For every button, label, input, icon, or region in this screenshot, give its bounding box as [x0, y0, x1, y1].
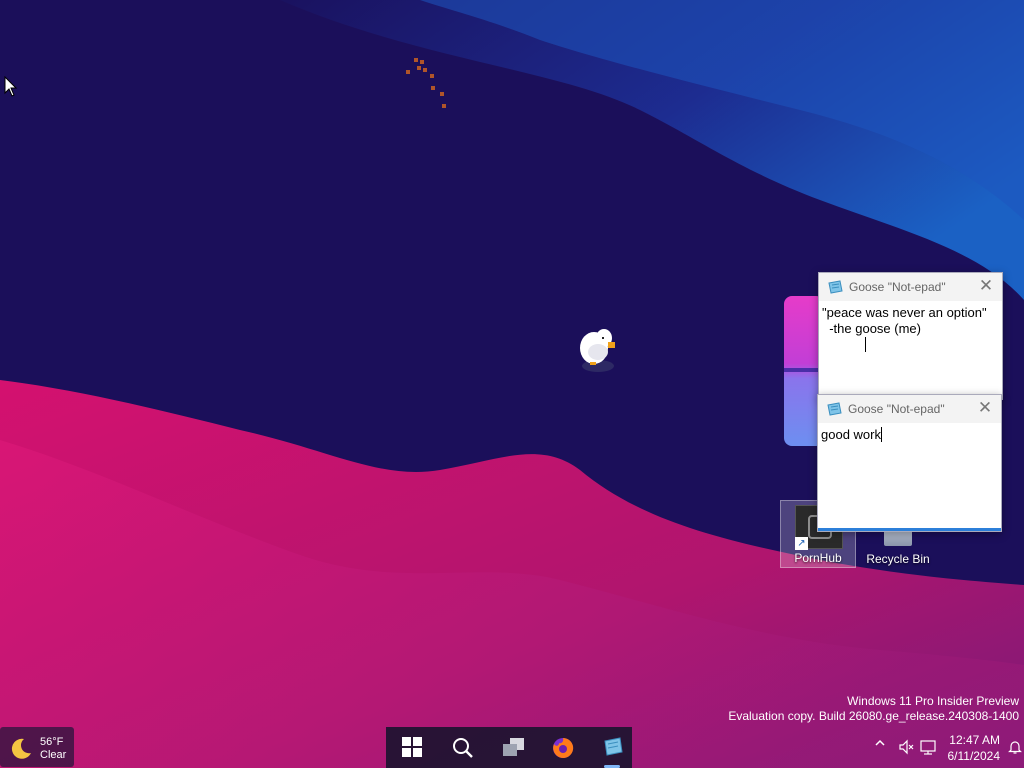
- search-button[interactable]: [442, 727, 482, 768]
- shortcut-arrow-icon: ↗: [795, 537, 808, 550]
- start-icon: [402, 737, 422, 757]
- window-title: Goose "Not-epad": [849, 280, 946, 294]
- notepad-window[interactable]: Goose "Not-epad" ✕ good work: [817, 394, 1002, 532]
- desktop-icon-label: PornHub: [794, 551, 842, 565]
- clock-date: 6/11/2024: [947, 749, 1001, 763]
- notepad-taskbar-button[interactable]: [592, 727, 632, 768]
- close-button[interactable]: ✕: [975, 398, 995, 418]
- audio-muted-icon[interactable]: [898, 739, 914, 760]
- goose-footprints: [400, 56, 450, 116]
- window-title: Goose "Not-epad": [848, 402, 945, 416]
- notepad-icon: [828, 280, 843, 294]
- desktop[interactable]: ↗ PornHub Recycle Bin Goose "Not-epad" ✕…: [0, 0, 1024, 768]
- start-button[interactable]: [392, 727, 432, 768]
- mouse-pointer-icon: [4, 76, 18, 97]
- weather-widget[interactable]: 56°F Clear: [0, 727, 74, 767]
- close-button[interactable]: ✕: [976, 276, 996, 296]
- moon-icon: [11, 738, 31, 759]
- search-icon: [453, 738, 473, 758]
- clock-time: 12:47 AM: [949, 733, 1000, 747]
- firefox-icon: [553, 737, 574, 758]
- notifications-icon[interactable]: [1008, 739, 1022, 760]
- notepad-window[interactable]: Goose "Not-epad" ✕ "peace was never an o…: [818, 272, 1003, 400]
- firefox-button[interactable]: [542, 727, 582, 768]
- note-text-area[interactable]: good work: [818, 423, 1001, 531]
- task-view-button[interactable]: [492, 727, 532, 768]
- note-text: "peace was never an option" -the goose (…: [822, 305, 987, 336]
- text-caret: [880, 427, 882, 442]
- chevron-up-icon: [875, 739, 885, 746]
- watermark-line-2: Evaluation copy. Build 26080.ge_release.…: [728, 709, 1019, 723]
- notepad-icon: [827, 402, 842, 416]
- task-view-icon: [503, 738, 524, 756]
- goose-sprite[interactable]: [574, 322, 620, 376]
- evaluation-watermark: Windows 11 Pro Insider Preview Evaluatio…: [728, 694, 1019, 724]
- note-text: good work: [821, 427, 881, 442]
- note-text-area[interactable]: "peace was never an option" -the goose (…: [819, 301, 1002, 399]
- text-caret: [865, 337, 867, 352]
- desktop-icon-label: Recycle Bin: [866, 552, 930, 566]
- weather-condition: Clear: [40, 749, 67, 761]
- weather-temperature: 56°F: [40, 736, 64, 748]
- title-bar[interactable]: Goose "Not-epad" ✕: [818, 395, 1001, 423]
- title-bar[interactable]: Goose "Not-epad" ✕: [819, 273, 1002, 301]
- system-tray: 12:47 AM 6/11/2024: [864, 727, 1024, 768]
- clock[interactable]: 12:47 AM 6/11/2024: [942, 732, 1001, 764]
- watermark-line-1: Windows 11 Pro Insider Preview: [847, 694, 1019, 708]
- taskbar-pinned-apps: [386, 727, 632, 768]
- network-icon[interactable]: [920, 739, 938, 760]
- notepad-icon: [604, 737, 623, 756]
- show-hidden-icons-button[interactable]: [874, 737, 886, 752]
